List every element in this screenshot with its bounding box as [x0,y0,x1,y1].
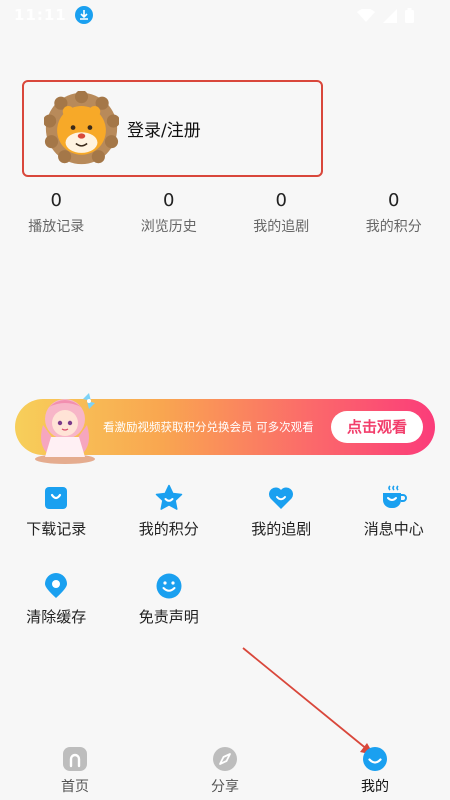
lion-avatar-icon [44,91,119,165]
star-icon [155,484,182,510]
grid-item-label: 免责声明 [138,608,199,626]
nav-item-mine[interactable]: 我的 [300,742,450,800]
reward-video-banner[interactable]: 看激励视频获取积分兑换会员 可多次观看 点击观看 [15,393,435,464]
nav-item-home[interactable]: 首页 [0,742,150,800]
nav-item-share[interactable]: 分享 [150,742,300,800]
stat-label: 浏览历史 [140,219,197,235]
grid-item-label: 我的积分 [138,520,199,538]
grid-item-my-series[interactable]: 我的追剧 [225,480,338,568]
grid-item-label: 我的追剧 [251,520,312,538]
smile-icon [156,573,182,599]
compass-icon [213,747,237,771]
login-register-label: 登录/注册 [127,121,201,141]
stat-value: 0 [388,190,400,211]
stat-label: 我的积分 [365,219,422,235]
stat-value: 0 [275,190,287,211]
message-cup-icon [382,485,407,508]
signal-icon [383,8,397,23]
grid-item-label: 清除缓存 [26,608,87,626]
wifi-icon [357,8,375,22]
watch-now-button[interactable]: 点击观看 [331,411,423,443]
stat-browse-history[interactable]: 0 浏览历史 [113,188,226,240]
stat-value: 0 [163,190,175,211]
stat-my-points[interactable]: 0 我的积分 [338,188,450,240]
stat-value: 0 [50,190,62,211]
smile-icon [363,747,387,771]
location-pin-icon [45,573,68,598]
login-card[interactable]: 登录/注册 [22,80,323,177]
grid-item-download-records[interactable]: 下载记录 [0,480,113,568]
heart-icon [269,487,294,509]
grid-item-my-points[interactable]: 我的积分 [113,480,226,568]
home-icon [63,747,87,771]
feature-grid: 下载记录 我的积分 我的追剧 消息中心 清除缓存 免责声明 [0,480,450,656]
nav-label: 我的 [361,779,389,795]
nav-label: 分享 [211,779,239,795]
stat-label: 播放记录 [28,219,85,235]
status-bar: 11:11 [0,0,450,30]
grid-item-disclaimer[interactable]: 免责声明 [113,568,226,656]
grid-item-label: 消息中心 [363,520,424,538]
status-time: 11:11 [14,6,67,24]
battery-icon [405,8,414,23]
grid-item-message-center[interactable]: 消息中心 [338,480,450,568]
nav-label: 首页 [61,779,89,795]
stat-label: 我的追剧 [253,219,310,235]
bottom-navigation: 首页 分享 我的 [0,742,450,800]
grid-item-clear-cache[interactable]: 清除缓存 [0,568,113,656]
banner-text: 看激励视频获取积分兑换会员 可多次观看 [103,420,314,434]
stat-my-series[interactable]: 0 我的追剧 [225,188,338,240]
grid-item-label: 下载记录 [26,520,87,538]
stats-row: 0 播放记录 0 浏览历史 0 我的追剧 0 我的积分 [0,188,450,240]
download-record-icon [45,487,68,509]
anime-girl-illustration [35,393,95,464]
download-icon [74,6,93,24]
stat-play-history[interactable]: 0 播放记录 [0,188,113,240]
